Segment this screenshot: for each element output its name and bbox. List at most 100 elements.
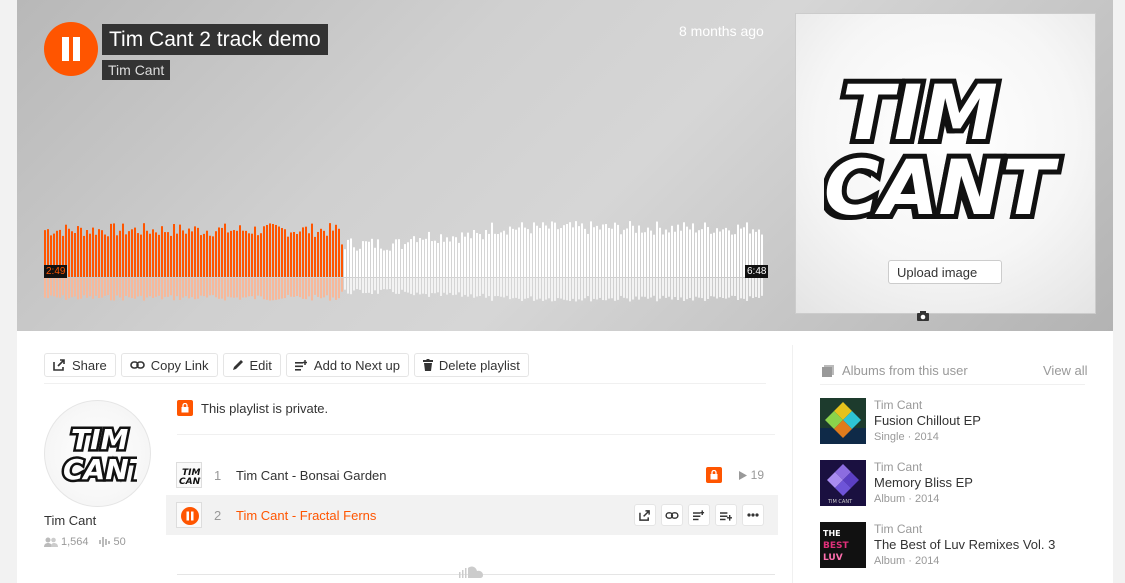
waveform-bar xyxy=(188,228,190,277)
waveform-reflection-bar xyxy=(386,278,388,290)
album-title[interactable]: Fusion Chillout EP xyxy=(874,413,981,428)
waveform-reflection-bar xyxy=(86,278,88,298)
private-notice-text: This playlist is private. xyxy=(201,400,329,416)
waveform-reflection-bar xyxy=(293,278,295,297)
albums-icon xyxy=(822,364,834,377)
waveform-reflection-bar xyxy=(224,278,226,301)
waveform-bar xyxy=(218,227,220,277)
waveform-bar xyxy=(344,249,346,277)
waveform-bar xyxy=(257,235,259,277)
private-notice: This playlist is private. xyxy=(177,400,328,416)
waveform-reflection-bar xyxy=(191,278,193,298)
waveform-bar xyxy=(470,238,472,277)
album-title[interactable]: The Best of Luv Remixes Vol. 3 xyxy=(874,537,1055,552)
user-avatar[interactable]: TIM TIM CANT CANT xyxy=(44,400,151,507)
waveform-bar xyxy=(590,221,592,277)
waveform-reflection-bar xyxy=(707,278,709,299)
waveform-bar xyxy=(710,233,712,277)
waveform[interactable] xyxy=(44,218,766,304)
waveform-bar xyxy=(233,230,235,277)
waveform-reflection-bar xyxy=(494,278,496,297)
play-icon xyxy=(738,470,747,480)
followers-stat[interactable]: 1,564 xyxy=(44,536,89,548)
track-more-button[interactable] xyxy=(742,504,764,526)
track-add-to-playlist-button[interactable] xyxy=(715,504,737,526)
svg-text:CANT: CANT xyxy=(63,453,137,485)
track-row-1[interactable]: TIMCANT 1 Tim Cant - Bonsai Garden 19 xyxy=(166,455,778,495)
waveform-bar xyxy=(308,233,310,277)
waveform-bar xyxy=(149,233,151,277)
track-copy-link-button[interactable] xyxy=(661,504,683,526)
waveform-reflection-bar xyxy=(527,278,529,299)
waveform-reflection-bar xyxy=(272,278,274,301)
waveform-reflection-bar xyxy=(71,278,73,298)
waveform-reflection-bar xyxy=(587,278,589,297)
album-item[interactable]: THE BEST LUV Tim Cant The Best of Luv Re… xyxy=(820,522,1100,570)
waveform-bar xyxy=(254,226,256,277)
album-title[interactable]: Memory Bliss EP xyxy=(874,475,973,490)
track-title[interactable]: Tim Cant - Bonsai Garden xyxy=(236,468,387,483)
waveform-bar xyxy=(179,224,181,277)
waveform-reflection-bar xyxy=(668,278,670,297)
waveform-reflection-bar xyxy=(449,278,451,293)
waveform-bar xyxy=(509,226,511,277)
waveform-bar xyxy=(506,234,508,277)
tracks-stat[interactable]: 50 xyxy=(98,536,126,548)
waveform-reflection-bar xyxy=(542,278,544,301)
add-to-next-up-button[interactable]: Add to Next up xyxy=(285,353,409,377)
view-all-link[interactable]: View all xyxy=(1043,363,1088,378)
waveform-bar xyxy=(269,223,271,277)
delete-playlist-button[interactable]: Delete playlist xyxy=(413,353,529,377)
waveform-reflection-bar xyxy=(623,278,625,298)
waveform-reflection-bar xyxy=(332,278,334,298)
track-row-2[interactable]: 2 Tim Cant - Fractal Ferns xyxy=(166,495,778,535)
waveform-bar xyxy=(299,231,301,277)
waveform-reflection-bar xyxy=(68,278,70,299)
tim-cant-logo: TIM TIM TIM CANT CANT CANT xyxy=(824,64,1064,224)
waveform-bar xyxy=(230,230,232,277)
waveform-reflection-bar xyxy=(650,278,652,298)
waveform-bar xyxy=(107,236,109,277)
waveform-reflection-bar xyxy=(344,278,346,290)
edit-button[interactable]: Edit xyxy=(222,353,281,377)
waveform-bar xyxy=(668,232,670,277)
upload-image-button[interactable]: Upload image xyxy=(888,260,1002,321)
waveform-reflection-bar xyxy=(104,278,106,296)
waveform-bar xyxy=(200,235,202,277)
play-count-value: 19 xyxy=(750,468,764,482)
waveform-bar xyxy=(680,230,682,277)
waveform-reflection-bar xyxy=(761,278,763,296)
waveform-bar xyxy=(482,239,484,277)
track-share-button[interactable] xyxy=(634,504,656,526)
user-name[interactable]: Tim Cant xyxy=(44,513,96,528)
playlist-artist-link[interactable]: Tim Cant xyxy=(102,60,171,80)
waveform-reflection-bar xyxy=(362,278,364,294)
waveform-reflection-bar xyxy=(740,278,742,299)
track-thumbnail-playing[interactable] xyxy=(176,502,202,528)
waveform-reflection-bar xyxy=(188,278,190,299)
waveform-reflection-bar xyxy=(518,278,520,299)
waveform-bar xyxy=(326,235,328,277)
waveform-bar xyxy=(740,228,742,277)
pause-button[interactable] xyxy=(44,22,98,76)
copy-link-button[interactable]: Copy Link xyxy=(120,353,218,377)
album-item[interactable]: Tim Cant Fusion Chillout EP Single · 201… xyxy=(820,398,1100,446)
waveform-bar xyxy=(500,232,502,277)
waveform-bar xyxy=(599,229,601,277)
waveform-bar xyxy=(89,233,91,277)
waveform-bar xyxy=(176,233,178,277)
current-time: 2:49 xyxy=(44,265,68,278)
waveform-reflection-bar xyxy=(140,278,142,296)
album-item[interactable]: TIM CANT Tim Cant Memory Bliss EP Album … xyxy=(820,460,1100,508)
track-add-to-next-up-button[interactable] xyxy=(688,504,710,526)
track-title[interactable]: Tim Cant - Fractal Ferns xyxy=(236,508,376,523)
page: Tim Cant 2 track demo Tim Cant 8 months … xyxy=(17,0,1113,583)
waveform-bar xyxy=(488,233,490,277)
waveform-bar xyxy=(638,225,640,277)
waveform-reflection-bar xyxy=(758,278,760,298)
waveform-bar xyxy=(683,222,685,277)
share-button[interactable]: Share xyxy=(44,353,116,377)
waveform-bar xyxy=(329,223,331,277)
waveform-bar xyxy=(557,229,559,277)
waveform-reflection-bar xyxy=(692,278,694,301)
